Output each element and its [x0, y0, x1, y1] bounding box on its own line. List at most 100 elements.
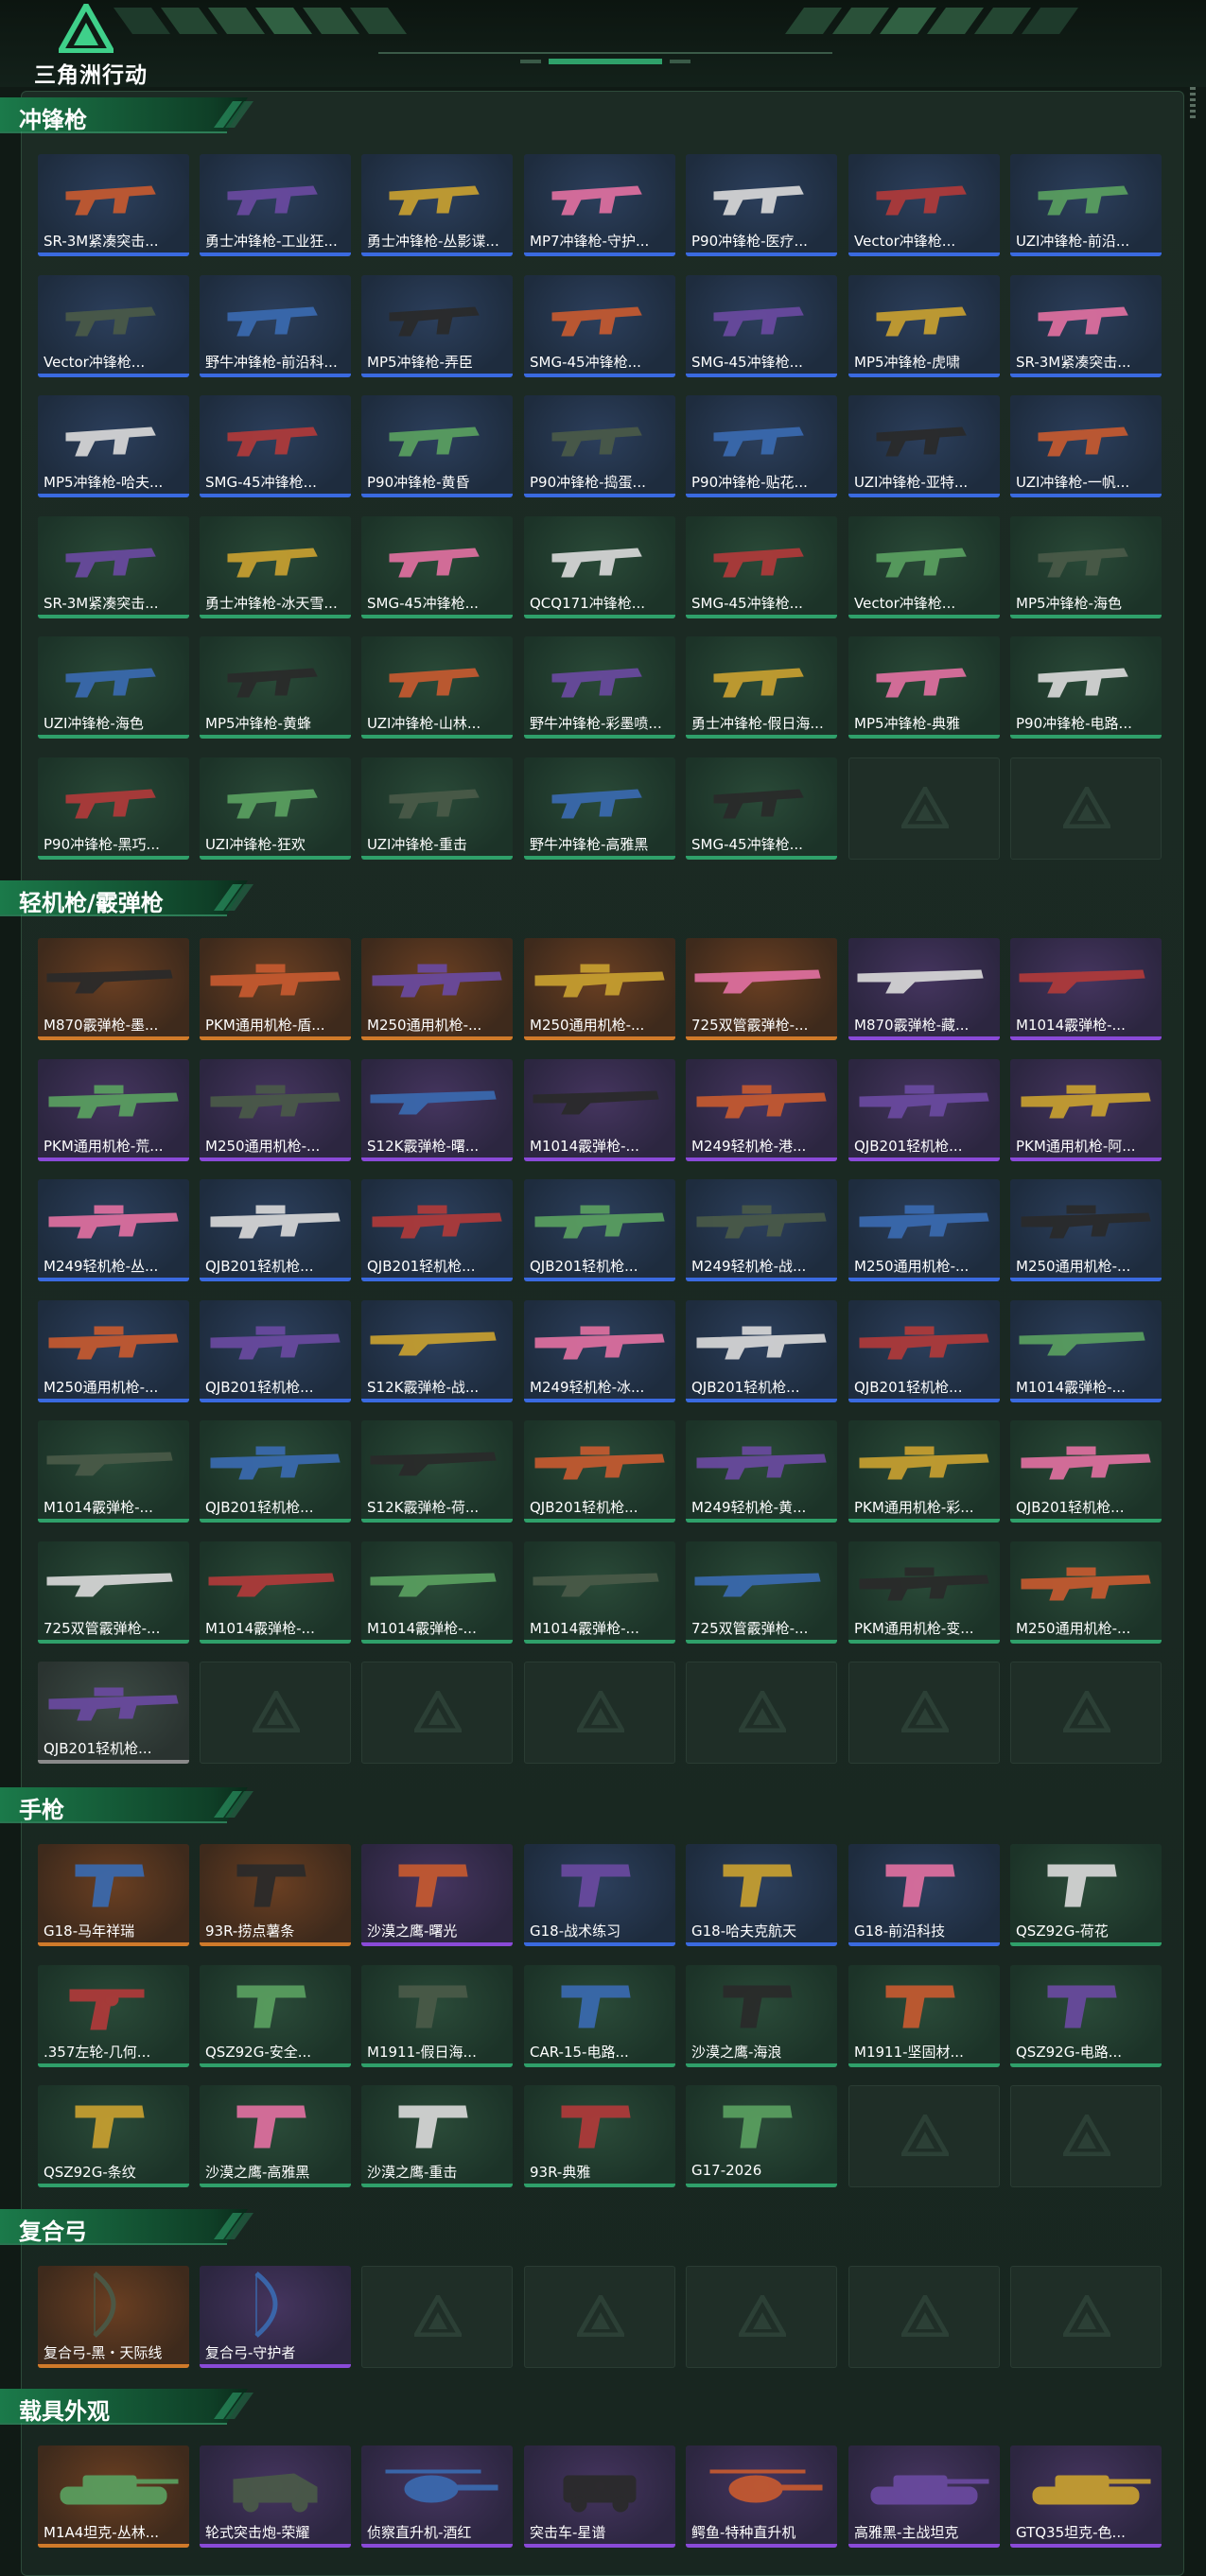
item-card[interactable]: SMG-45冲锋枪... — [200, 395, 351, 497]
item-card[interactable]: M250通用机枪-... — [1010, 1179, 1162, 1281]
item-card[interactable]: .357左轮-几何... — [38, 1965, 189, 2067]
item-card[interactable]: MP5冲锋枪-虎啸 — [848, 275, 1000, 377]
item-card[interactable]: 93R-捞点薯条 — [200, 1844, 351, 1946]
item-card[interactable]: PKM通用机枪-荒... — [38, 1059, 189, 1161]
item-card[interactable]: 野牛冲锋枪-高雅黑 — [524, 757, 675, 860]
item-card[interactable]: UZI冲锋枪-山林... — [361, 636, 513, 739]
item-card[interactable]: 725双管霰弹枪-... — [686, 1541, 837, 1644]
item-card[interactable]: UZI冲锋枪-狂欢 — [200, 757, 351, 860]
item-card[interactable]: SMG-45冲锋枪... — [686, 516, 837, 618]
item-card[interactable]: SR-3M紧凑突击... — [1010, 275, 1162, 377]
item-card[interactable]: M1014霰弹枪-... — [524, 1541, 675, 1644]
item-card[interactable]: SR-3M紧凑突击... — [38, 516, 189, 618]
item-card[interactable]: G18-战术练习 — [524, 1844, 675, 1946]
item-card[interactable]: Vector冲锋枪... — [848, 516, 1000, 618]
item-card[interactable]: 725双管霰弹枪-... — [686, 938, 837, 1040]
item-card[interactable]: MP7冲锋枪-守护... — [524, 154, 675, 256]
item-card[interactable]: MP5冲锋枪-典雅 — [848, 636, 1000, 739]
item-card[interactable]: 野牛冲锋枪-彩墨喷... — [524, 636, 675, 739]
item-card[interactable]: M249轻机枪-丛... — [38, 1179, 189, 1281]
item-card[interactable]: 93R-典雅 — [524, 2085, 675, 2187]
item-card[interactable]: 勇士冲锋枪-工业狂... — [200, 154, 351, 256]
item-card[interactable]: S12K霰弹枪-曙... — [361, 1059, 513, 1161]
item-card[interactable]: M1911-假日海... — [361, 1965, 513, 2067]
item-card[interactable]: 突击车-星谱 — [524, 2445, 675, 2548]
item-card[interactable]: Vector冲锋枪... — [38, 275, 189, 377]
item-card[interactable]: S12K霰弹枪-战... — [361, 1300, 513, 1402]
item-card[interactable]: 鳄鱼-特种直升机 — [686, 2445, 837, 2548]
item-card[interactable]: P90冲锋枪-电路... — [1010, 636, 1162, 739]
item-card[interactable]: UZI冲锋枪-海色 — [38, 636, 189, 739]
item-card[interactable]: M870霰弹枪-藏... — [848, 938, 1000, 1040]
item-card[interactable]: P90冲锋枪-黄昏 — [361, 395, 513, 497]
item-card[interactable]: QSZ92G-荷花 — [1010, 1844, 1162, 1946]
item-card[interactable]: M250通用机枪-... — [361, 938, 513, 1040]
item-card[interactable]: M249轻机枪-冰... — [524, 1300, 675, 1402]
item-card[interactable]: 勇士冲锋枪-丛影谍... — [361, 154, 513, 256]
item-card[interactable]: M1014霰弹枪-... — [524, 1059, 675, 1161]
item-card[interactable]: P90冲锋枪-贴花... — [686, 395, 837, 497]
item-card[interactable]: SMG-45冲锋枪... — [361, 516, 513, 618]
item-card[interactable]: QSZ92G-安全... — [200, 1965, 351, 2067]
item-card[interactable]: M1014霰弹枪-... — [1010, 938, 1162, 1040]
item-card[interactable]: QSZ92G-条纹 — [38, 2085, 189, 2187]
item-card[interactable]: M1911-坚固材... — [848, 1965, 1000, 2067]
item-card[interactable]: G18-哈夫克航天 — [686, 1844, 837, 1946]
item-card[interactable]: QJB201轻机枪... — [200, 1300, 351, 1402]
item-card[interactable]: 高雅黑-主战坦克 — [848, 2445, 1000, 2548]
item-card[interactable]: M250通用机枪-... — [200, 1059, 351, 1161]
item-card[interactable]: UZI冲锋枪-重击 — [361, 757, 513, 860]
item-card[interactable]: M249轻机枪-战... — [686, 1179, 837, 1281]
item-card[interactable]: QJB201轻机枪... — [361, 1179, 513, 1281]
item-card[interactable]: QJB201轻机枪... — [524, 1420, 675, 1523]
item-card[interactable]: M1014霰弹枪-... — [1010, 1300, 1162, 1402]
item-card[interactable]: G18-前沿科技 — [848, 1844, 1000, 1946]
item-card[interactable]: M1014霰弹枪-... — [38, 1420, 189, 1523]
item-card[interactable]: CAR-15-电路... — [524, 1965, 675, 2067]
item-card[interactable]: PKM通用机枪-阿... — [1010, 1059, 1162, 1161]
item-card[interactable]: M250通用机枪-... — [38, 1300, 189, 1402]
item-card[interactable]: 勇士冲锋枪-假日海... — [686, 636, 837, 739]
item-card[interactable]: 沙漠之鹰-高雅黑 — [200, 2085, 351, 2187]
item-card[interactable]: UZI冲锋枪-一帆... — [1010, 395, 1162, 497]
item-card[interactable]: PKM通用机枪-变... — [848, 1541, 1000, 1644]
item-card[interactable]: M250通用机枪-... — [848, 1179, 1000, 1281]
item-card[interactable]: S12K霰弹枪-荷... — [361, 1420, 513, 1523]
item-card[interactable]: M250通用机枪-... — [524, 938, 675, 1040]
item-card[interactable]: G17-2026 — [686, 2085, 837, 2187]
item-card[interactable]: 侦察直升机-酒红 — [361, 2445, 513, 2548]
item-card[interactable]: QSZ92G-电路... — [1010, 1965, 1162, 2067]
item-card[interactable]: QJB201轻机枪... — [848, 1300, 1000, 1402]
item-card[interactable]: M1014霰弹枪-... — [200, 1541, 351, 1644]
scrollbar-handle[interactable] — [1190, 87, 1196, 121]
item-card[interactable]: SMG-45冲锋枪... — [686, 757, 837, 860]
item-card[interactable]: SMG-45冲锋枪... — [524, 275, 675, 377]
item-card[interactable]: M870霰弹枪-墨... — [38, 938, 189, 1040]
item-card[interactable]: SR-3M紧凑突击... — [38, 154, 189, 256]
item-card[interactable]: P90冲锋枪-捣蛋... — [524, 395, 675, 497]
item-card[interactable]: 复合弓-守护者 — [200, 2266, 351, 2368]
item-card[interactable]: Vector冲锋枪... — [848, 154, 1000, 256]
item-card[interactable]: PKM通用机枪-盾... — [200, 938, 351, 1040]
item-card[interactable]: MP5冲锋枪-哈夫... — [38, 395, 189, 497]
item-card[interactable]: QJB201轻机枪... — [686, 1300, 837, 1402]
item-card[interactable]: MP5冲锋枪-海色 — [1010, 516, 1162, 618]
item-card[interactable]: M249轻机枪-港... — [686, 1059, 837, 1161]
item-card[interactable]: G18-马年祥瑞 — [38, 1844, 189, 1946]
item-card[interactable]: QJB201轻机枪... — [200, 1420, 351, 1523]
item-card[interactable]: 沙漠之鹰-曙光 — [361, 1844, 513, 1946]
item-card[interactable]: 沙漠之鹰-海浪 — [686, 1965, 837, 2067]
item-card[interactable]: 复合弓-黑・天际线 — [38, 2266, 189, 2368]
item-card[interactable]: M249轻机枪-黄... — [686, 1420, 837, 1523]
item-card[interactable]: M1014霰弹枪-... — [361, 1541, 513, 1644]
item-card[interactable]: 725双管霰弹枪-... — [38, 1541, 189, 1644]
item-card[interactable]: P90冲锋枪-黑巧... — [38, 757, 189, 860]
item-card[interactable]: QJB201轻机枪... — [848, 1059, 1000, 1161]
item-card[interactable]: MP5冲锋枪-黄蜂 — [200, 636, 351, 739]
item-card[interactable]: M250通用机枪-... — [1010, 1541, 1162, 1644]
item-card[interactable]: QJB201轻机枪... — [38, 1662, 189, 1764]
item-card[interactable]: 沙漠之鹰-重击 — [361, 2085, 513, 2187]
item-card[interactable]: 轮式突击炮-荣耀 — [200, 2445, 351, 2548]
item-card[interactable]: QJB201轻机枪... — [200, 1179, 351, 1281]
item-card[interactable]: 勇士冲锋枪-冰天雪... — [200, 516, 351, 618]
